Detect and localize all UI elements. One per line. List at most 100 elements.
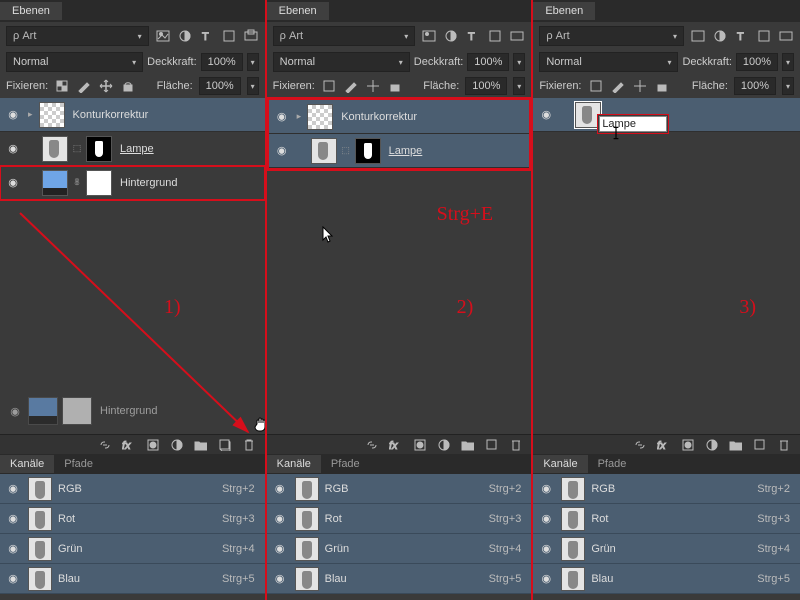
opacity-dropdown[interactable]: ▾ [247,53,259,71]
paths-tab[interactable]: Pfade [588,455,637,473]
filter-adjust-icon[interactable] [712,28,728,44]
filter-dropdown[interactable]: ρ Art▾ [6,26,149,46]
filter-dropdown[interactable]: ρ Art▾ [539,26,684,46]
filter-adjust-icon[interactable] [177,28,193,44]
filter-text-icon[interactable]: T [734,28,750,44]
visibility-eye-icon[interactable]: ◉ [273,144,291,157]
layer-kontur[interactable]: ◉ ▸ Konturkorrektur [0,98,265,132]
visibility-eye-icon[interactable]: ◉ [4,176,22,189]
fill-value[interactable]: 100% [199,77,241,95]
group-icon[interactable] [728,437,744,453]
lock-transparent-icon[interactable] [54,78,70,94]
filter-image-icon[interactable] [421,28,437,44]
link-layers-icon[interactable] [632,437,648,453]
filter-shape-icon[interactable] [221,28,237,44]
group-icon[interactable] [459,437,475,453]
lock-all-icon[interactable] [654,78,670,94]
fill-dropdown[interactable]: ▾ [247,77,259,95]
filter-text-icon[interactable]: T [199,28,215,44]
filter-shape-icon[interactable] [487,28,503,44]
trash-icon[interactable] [507,437,523,453]
link-layers-icon[interactable] [363,437,379,453]
link-layers-icon[interactable] [97,437,113,453]
mask-link-icon[interactable]: 𝟠 [72,177,82,188]
layer-mask-thumb[interactable] [86,136,112,162]
layer-name[interactable]: Konturkorrektur [69,109,149,121]
adjustment-icon[interactable] [704,437,720,453]
opacity-value[interactable]: 100% [201,53,243,71]
lock-all-icon[interactable] [387,78,403,94]
visibility-eye-icon[interactable]: ◉ [4,108,22,121]
channel-red[interactable]: ◉RotStrg+3 [533,504,800,534]
adjustment-icon[interactable] [435,437,451,453]
opacity-value[interactable]: 100% [736,53,778,71]
layer-thumb[interactable] [307,104,333,130]
visibility-eye-icon[interactable]: ◉ [273,110,291,123]
layer-lampe[interactable]: ◉ ⬚ Lampe [269,134,530,168]
layer-kontur[interactable]: ◉ ▸ Konturkorrektur [269,100,530,134]
channels-tab[interactable]: Kanäle [533,455,587,473]
lock-brush-icon[interactable] [343,78,359,94]
blend-mode-dropdown[interactable]: Normal▾ [539,52,678,72]
fill-value[interactable]: 100% [734,77,776,95]
layer-thumb[interactable] [311,138,337,164]
filter-text-icon[interactable]: T [465,28,481,44]
layer-mask-thumb[interactable] [86,170,112,196]
expand-arrow-icon[interactable]: ▸ [26,109,35,120]
visibility-eye-icon[interactable]: ◉ [4,142,22,155]
layer-thumb[interactable] [39,102,65,128]
layer-thumb[interactable] [42,170,68,196]
channel-rgb[interactable]: ◉RGBStrg+2 [267,474,532,504]
filter-smart-icon[interactable] [509,28,525,44]
layers-tab[interactable]: Ebenen [533,2,595,20]
channel-blue[interactable]: ◉BlauStrg+5 [0,564,265,594]
channels-tab[interactable]: Kanäle [267,455,321,473]
channel-rgb[interactable]: ◉RGBStrg+2 [0,474,265,504]
layer-name[interactable]: Hintergrund [116,177,177,189]
layer-thumb[interactable] [42,136,68,162]
filter-smart-icon[interactable] [778,28,794,44]
paths-tab[interactable]: Pfade [54,455,103,473]
channel-green[interactable]: ◉GrünStrg+4 [533,534,800,564]
filter-smart-icon[interactable] [243,28,259,44]
channel-blue[interactable]: ◉BlauStrg+5 [533,564,800,594]
mask-link-icon[interactable]: ⬚ [72,143,82,154]
trash-icon[interactable] [776,437,792,453]
channel-green[interactable]: ◉GrünStrg+4 [267,534,532,564]
layers-tab[interactable]: Ebenen [0,2,62,20]
adjustment-icon[interactable] [169,437,185,453]
paths-tab[interactable]: Pfade [321,455,370,473]
lock-move-icon[interactable] [632,78,648,94]
filter-image-icon[interactable] [155,28,171,44]
lock-brush-icon[interactable] [76,78,92,94]
filter-dropdown[interactable]: ρ Art▾ [273,26,416,46]
opacity-value[interactable]: 100% [467,53,509,71]
channel-rgb[interactable]: ◉RGBStrg+2 [533,474,800,504]
lock-brush-icon[interactable] [610,78,626,94]
new-layer-icon[interactable] [752,437,768,453]
fill-value[interactable]: 100% [465,77,507,95]
blend-mode-dropdown[interactable]: Normal▾ [6,52,143,72]
mask-icon[interactable] [145,437,161,453]
lock-transparent-icon[interactable] [588,78,604,94]
layers-tab[interactable]: Ebenen [267,2,329,20]
lock-transparent-icon[interactable] [321,78,337,94]
new-layer-icon[interactable] [483,437,499,453]
channels-tab[interactable]: Kanäle [0,455,54,473]
filter-image-icon[interactable] [690,28,706,44]
fx-icon[interactable]: fx [121,437,137,453]
blend-mode-dropdown[interactable]: Normal▾ [273,52,410,72]
channel-blue[interactable]: ◉BlauStrg+5 [267,564,532,594]
layer-lampe[interactable]: ◉ ⬚ Lampe [0,132,265,166]
mask-icon[interactable] [680,437,696,453]
visibility-eye-icon[interactable]: ◉ [537,108,555,121]
filter-shape-icon[interactable] [756,28,772,44]
layer-mask-thumb[interactable] [355,138,381,164]
group-icon[interactable] [193,437,209,453]
filter-adjust-icon[interactable] [443,28,459,44]
channel-green[interactable]: ◉GrünStrg+4 [0,534,265,564]
layer-name[interactable]: Lampe [116,143,154,155]
lock-move-icon[interactable] [365,78,381,94]
lock-all-icon[interactable] [120,78,136,94]
channel-red[interactable]: ◉RotStrg+3 [267,504,532,534]
